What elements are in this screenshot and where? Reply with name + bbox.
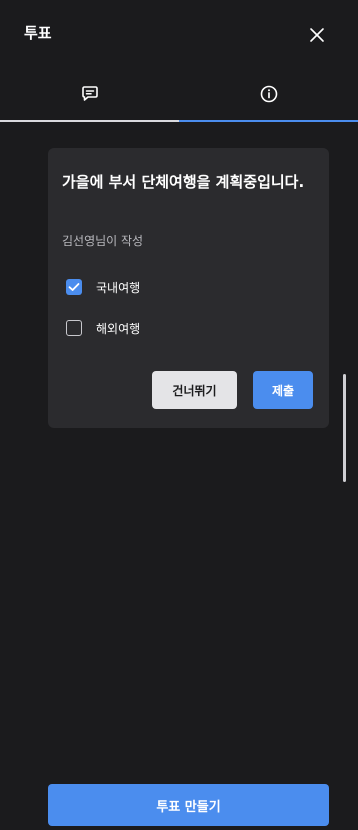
info-icon bbox=[258, 83, 280, 109]
active-tab-indicator bbox=[179, 120, 358, 122]
tab-bar bbox=[0, 72, 358, 122]
poll-card: 가을에 부서 단체여행을 계획중입니다. 김선영님이 작성 국내여행 해외여행 … bbox=[48, 148, 329, 428]
checkmark-icon bbox=[68, 283, 80, 291]
scrollbar[interactable] bbox=[343, 374, 346, 482]
create-poll-button[interactable]: 투표 만들기 bbox=[48, 784, 329, 826]
checkbox-checked[interactable] bbox=[66, 279, 82, 295]
close-icon[interactable] bbox=[306, 24, 328, 46]
poll-option-domestic[interactable]: 국내여행 bbox=[66, 275, 306, 299]
panel-header: 투표 bbox=[0, 0, 358, 72]
chat-bubble-icon bbox=[79, 83, 101, 109]
poll-question: 가을에 부서 단체여행을 계획중입니다. bbox=[62, 173, 305, 191]
option-label: 해외여행 bbox=[96, 321, 141, 336]
tab-info[interactable] bbox=[179, 72, 358, 120]
poll-option-overseas[interactable]: 해외여행 bbox=[66, 316, 306, 340]
panel-title: 투표 bbox=[24, 24, 52, 42]
option-label: 국내여행 bbox=[96, 280, 141, 295]
checkbox-unchecked[interactable] bbox=[66, 320, 82, 336]
skip-button[interactable]: 건너뛰기 bbox=[152, 371, 237, 409]
poll-author: 김선영님이 작성 bbox=[62, 234, 144, 248]
submit-button[interactable]: 제출 bbox=[253, 371, 313, 409]
tab-chat[interactable] bbox=[0, 72, 179, 120]
